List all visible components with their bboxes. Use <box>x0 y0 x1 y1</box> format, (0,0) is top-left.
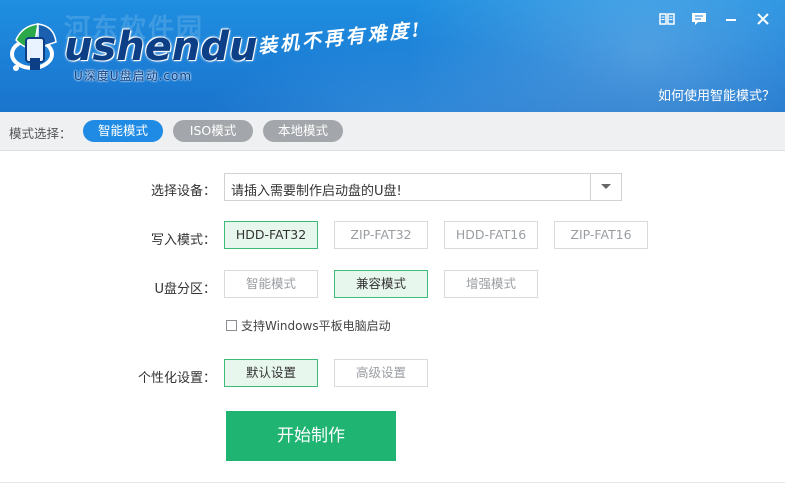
tab-smart-mode[interactable]: 智能模式 <box>83 120 163 142</box>
write-mode-zip-fat32[interactable]: ZIP-FAT32 <box>334 221 428 249</box>
message-icon[interactable] <box>683 8 715 30</box>
window-controls <box>651 8 779 30</box>
partition-compatible-mode[interactable]: 兼容模式 <box>334 270 428 298</box>
mode-bar: 模式选择： 智能模式 ISO模式 本地模式 <box>0 112 785 151</box>
logo-icon <box>10 23 57 71</box>
advanced-settings-button[interactable]: 高级设置 <box>334 359 428 387</box>
chevron-down-icon[interactable] <box>590 174 621 200</box>
write-mode-hdd-fat32[interactable]: HDD-FAT32 <box>224 221 318 249</box>
partition-label: U盘分区： <box>154 282 216 297</box>
tab-local-mode[interactable]: 本地模式 <box>263 120 343 142</box>
device-select[interactable]: 请插入需要制作启动盘的U盘! <box>224 173 622 201</box>
partition-enhanced-mode[interactable]: 增强模式 <box>444 270 538 298</box>
mode-select-label: 模式选择： <box>9 126 72 141</box>
partition-smart-mode[interactable]: 智能模式 <box>224 270 318 298</box>
write-mode-zip-fat16[interactable]: ZIP-FAT16 <box>554 221 648 249</box>
windows-tablet-label: 支持Windows平板电脑启动 <box>241 319 391 333</box>
minimize-icon[interactable] <box>715 8 747 30</box>
logo-subtitle: U深度U盘启动.com <box>74 69 193 83</box>
book-icon[interactable] <box>651 8 683 30</box>
logo-name: ushendu <box>64 24 258 70</box>
windows-tablet-option[interactable]: 支持Windows平板电脑启动 <box>226 317 391 334</box>
personalize-label: 个性化设置： <box>137 371 216 386</box>
write-mode-label: 写入模式： <box>150 233 216 248</box>
smart-mode-help-link[interactable]: 如何使用智能模式？ <box>658 85 775 104</box>
header-banner: 河东软件园 ushendu U深度U盘启动.com 装机不再有难度! 如何使用智… <box>0 0 785 112</box>
tab-iso-mode[interactable]: ISO模式 <box>173 120 253 142</box>
bottom-divider <box>0 482 785 483</box>
device-select-value: 请插入需要制作启动盘的U盘! <box>231 184 402 199</box>
windows-tablet-checkbox[interactable] <box>226 320 237 331</box>
device-label: 选择设备： <box>150 184 216 199</box>
write-mode-hdd-fat16[interactable]: HDD-FAT16 <box>444 221 538 249</box>
start-make-button[interactable]: 开始制作 <box>226 411 396 461</box>
default-settings-button[interactable]: 默认设置 <box>224 359 318 387</box>
close-icon[interactable] <box>747 8 779 30</box>
